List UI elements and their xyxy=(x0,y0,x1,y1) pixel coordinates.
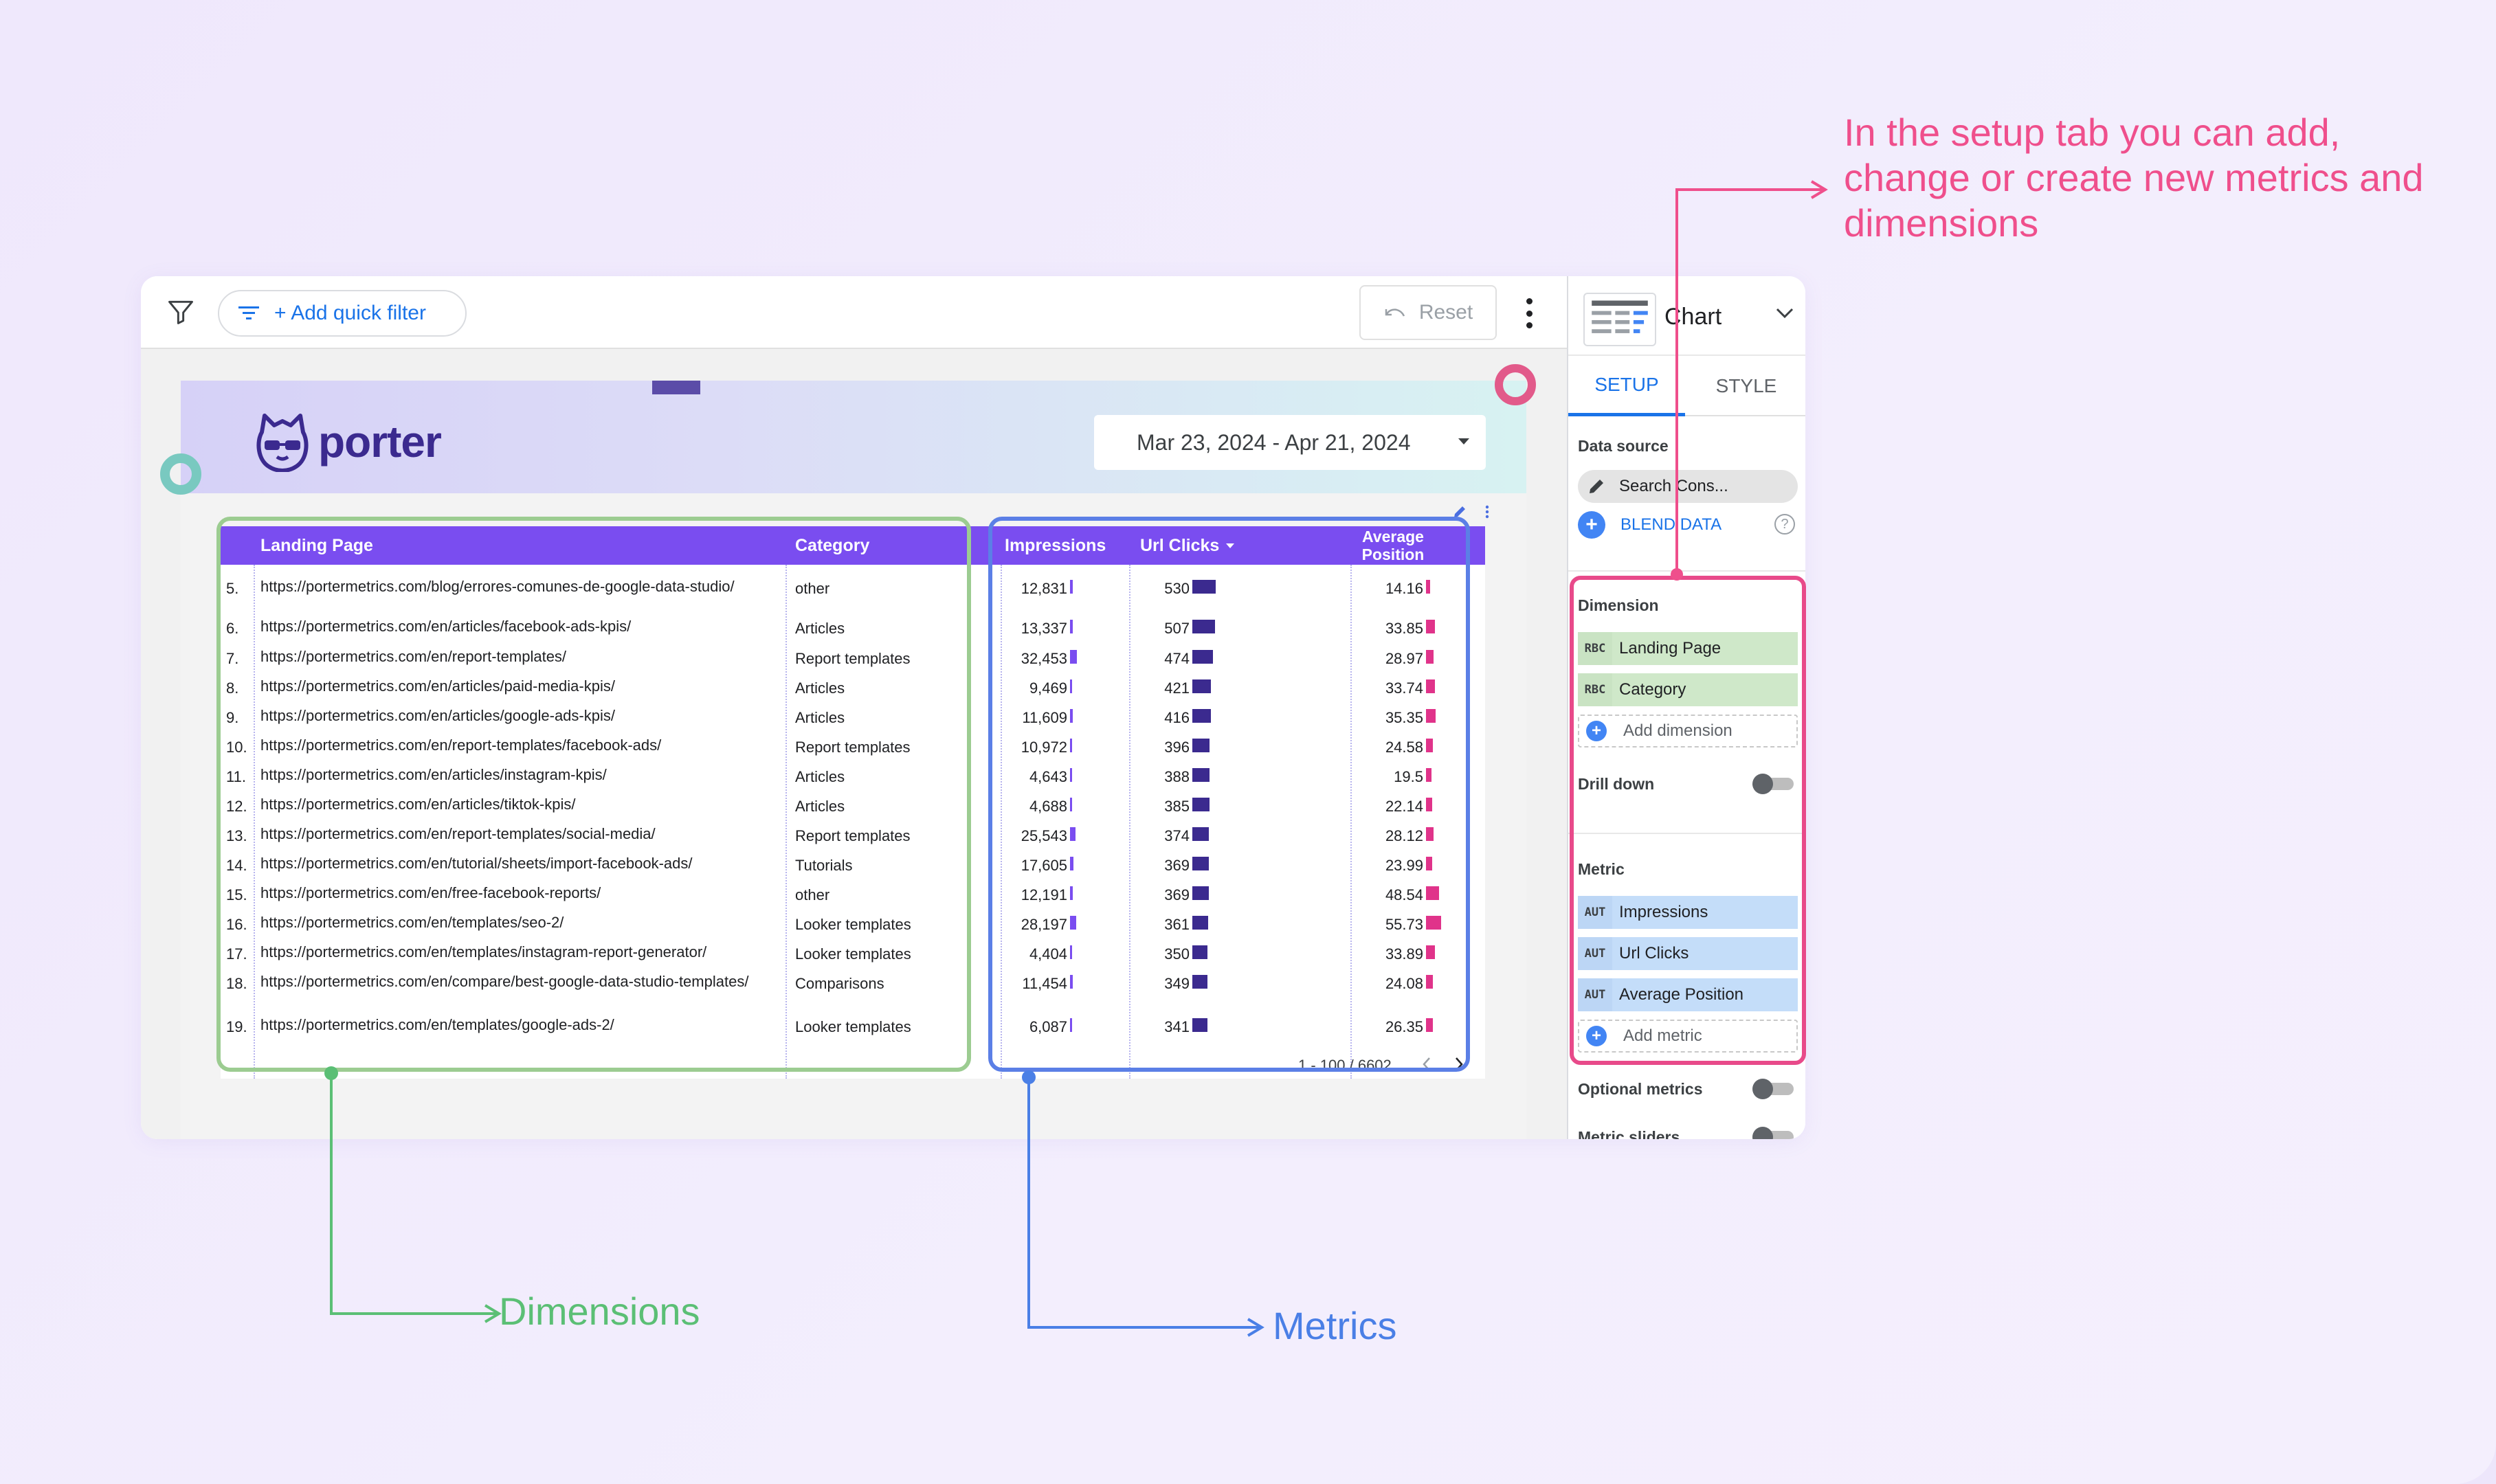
plus-icon: + xyxy=(1578,511,1605,539)
add-quick-filter-label: + Add quick filter xyxy=(274,302,426,324)
more-vert-icon[interactable] xyxy=(1485,504,1489,519)
date-range-value: Mar 23, 2024 - Apr 21, 2024 xyxy=(1137,429,1411,455)
undo-icon xyxy=(1385,308,1405,317)
metrics-annotation: Metrics xyxy=(1273,1304,1397,1347)
setup-tab-annotation: In the setup tab you can add, change or … xyxy=(1844,111,2424,245)
divider xyxy=(1568,570,1805,572)
blend-data-label: BLEND DATA xyxy=(1620,515,1722,534)
optional-metrics-label: Optional metrics xyxy=(1578,1080,1703,1098)
chart-type-label: Chart xyxy=(1664,304,1722,330)
tab-style[interactable]: STYLE xyxy=(1688,356,1805,416)
porter-logo: porter xyxy=(254,411,442,473)
porter-logo-text: porter xyxy=(318,417,442,466)
data-source-selector[interactable]: Search Cons... xyxy=(1578,470,1798,503)
data-source-value: Search Cons... xyxy=(1619,477,1728,495)
help-icon[interactable]: ? xyxy=(1774,514,1795,535)
report-toolbar: + Add quick filter Reset xyxy=(141,276,1567,349)
add-quick-filter-button[interactable]: + Add quick filter xyxy=(218,290,467,337)
pencil-icon[interactable] xyxy=(1586,476,1607,497)
panel-tabs: SETUP STYLE xyxy=(1568,356,1805,416)
porter-cat-icon xyxy=(256,414,309,472)
dimensions-highlight xyxy=(216,517,971,1072)
date-range-control[interactable]: Mar 23, 2024 - Apr 21, 2024 xyxy=(1094,415,1486,470)
tab-setup[interactable]: SETUP xyxy=(1568,356,1685,416)
dimensions-annotation: Dimensions xyxy=(499,1290,700,1333)
chevron-down-icon xyxy=(1458,438,1469,445)
filter-icon[interactable] xyxy=(166,297,196,327)
more-options-icon[interactable] xyxy=(1522,298,1536,328)
reset-button[interactable]: Reset xyxy=(1359,285,1497,340)
chart-type-selector[interactable]: Chart xyxy=(1568,276,1805,356)
reset-label: Reset xyxy=(1418,301,1473,324)
metric-sliders-toggle[interactable] xyxy=(1752,1127,1794,1139)
decorative-ring xyxy=(1495,364,1536,405)
data-source-label: Data source xyxy=(1578,437,1669,455)
table-chart-icon xyxy=(1583,293,1656,346)
metric-sliders-label: Metric sliders xyxy=(1578,1128,1680,1139)
blend-data-button[interactable]: + BLEND DATA xyxy=(1578,510,1721,540)
setup-highlight xyxy=(1570,576,1806,1065)
chevron-down-icon[interactable] xyxy=(1774,306,1795,320)
optional-metrics-toggle[interactable] xyxy=(1752,1079,1794,1099)
metrics-highlight xyxy=(988,517,1470,1072)
filter-list-icon xyxy=(238,306,259,319)
report-header: porter Mar 23, 2024 - Apr 21, 2024 xyxy=(181,364,1536,493)
decorative-ring xyxy=(160,453,201,495)
header-decoration xyxy=(652,381,700,394)
